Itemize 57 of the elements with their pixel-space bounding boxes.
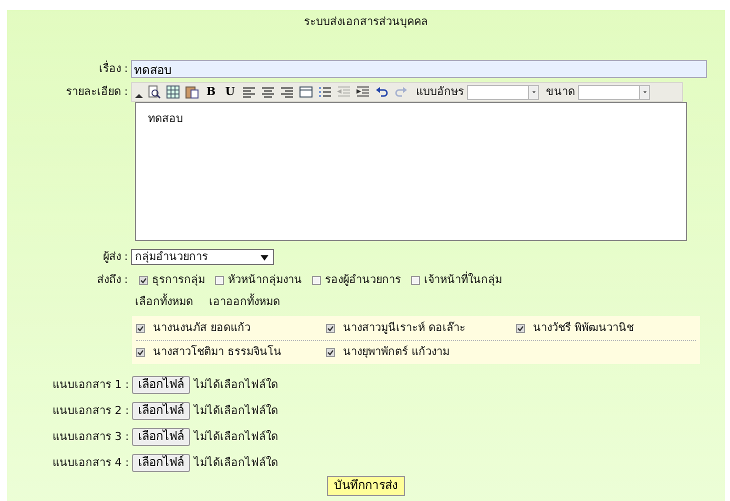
deselect-all-link[interactable]: เอาออกทั้งหมด bbox=[209, 296, 280, 308]
checkbox[interactable] bbox=[215, 276, 224, 285]
editor-text: ทดสอบ bbox=[148, 113, 184, 126]
undo-icon[interactable] bbox=[375, 85, 389, 99]
field-label: เรื่อง : bbox=[98, 62, 129, 76]
field-label: แนบเอกสาร 3 : bbox=[51, 430, 130, 444]
checkbox[interactable] bbox=[326, 348, 335, 358]
field-label: ผู้ส่ง : bbox=[102, 250, 129, 264]
choose-file-button[interactable]: เลือกไฟล์ bbox=[132, 454, 190, 472]
field-label: รายละเอียด : bbox=[64, 86, 129, 98]
checkbox-label: นางยุพาพักตร์ แก้วงาม bbox=[343, 346, 450, 360]
sender-select[interactable]: กลุ่มอำนวยการ bbox=[131, 249, 274, 265]
table-icon[interactable] bbox=[166, 85, 180, 99]
file-status: ไม่ได้เลือกไฟล์ใด bbox=[194, 456, 278, 470]
checkbox[interactable] bbox=[136, 348, 145, 358]
file-status: ไม่ได้เลือกไฟล์ใด bbox=[194, 404, 278, 418]
checkbox[interactable] bbox=[312, 276, 321, 285]
checkbox[interactable] bbox=[411, 276, 420, 285]
file-status: ไม่ได้เลือกไฟล์ใด bbox=[194, 430, 278, 444]
checkbox-label: นางสาวโชติมา ธรรมจินโน bbox=[153, 346, 282, 360]
checkbox-label: นางนงนภัส ยอดแก้ว bbox=[153, 322, 250, 335]
format-button[interactable]: U bbox=[222, 84, 238, 100]
select-value: กลุ่มอำนวยการ bbox=[135, 250, 208, 264]
align-left-icon[interactable] bbox=[242, 85, 256, 99]
checkbox[interactable] bbox=[326, 324, 335, 333]
checkbox[interactable] bbox=[139, 276, 148, 285]
list-icon[interactable] bbox=[318, 85, 332, 99]
paste-icon[interactable] bbox=[185, 85, 199, 99]
submit-button[interactable]: บันทึกการส่ง bbox=[327, 476, 405, 496]
field-label: ส่งถึง : bbox=[96, 274, 129, 287]
indent-icon[interactable] bbox=[356, 85, 370, 99]
checkbox-label: นางวัชรี พิพัฒนวานิช bbox=[533, 322, 634, 335]
size-label: ขนาด bbox=[546, 86, 575, 98]
align-center-icon[interactable] bbox=[261, 85, 275, 99]
choose-file-button[interactable]: เลือกไฟล์ bbox=[132, 402, 190, 420]
align-right-icon[interactable] bbox=[280, 85, 294, 99]
checkbox-label: นางสาวมูนีเราะห์ ดอเล๊าะ bbox=[343, 322, 466, 335]
checkbox-label: เจ้าหน้าที่ในกลุ่ม bbox=[424, 274, 502, 287]
checkbox[interactable] bbox=[136, 324, 145, 333]
font-label: แบบอักษร bbox=[416, 86, 464, 98]
file-status: ไม่ได้เลือกไฟล์ใด bbox=[194, 378, 278, 392]
select-all-link[interactable]: เลือกทั้งหมด bbox=[135, 296, 193, 308]
subject-field[interactable]: ทดสอบ bbox=[131, 60, 707, 78]
checkbox-label: ธุรการกลุ่ม bbox=[152, 274, 205, 287]
field-label: แนบเอกสาร 4 : bbox=[51, 456, 130, 470]
choose-file-button[interactable]: เลือกไฟล์ bbox=[132, 428, 190, 446]
checkbox[interactable] bbox=[516, 324, 525, 333]
field-label: แนบเอกสาร 1 : bbox=[51, 378, 130, 392]
choose-file-button[interactable]: เลือกไฟล์ bbox=[132, 376, 190, 394]
checkbox-label: หัวหน้ากลุ่มงาน bbox=[228, 274, 302, 287]
format-button[interactable]: B bbox=[203, 84, 219, 100]
field-label: แนบเอกสาร 2 : bbox=[51, 404, 130, 418]
page-title: ระบบส่งเอกสารส่วนบุคคล bbox=[303, 14, 429, 30]
preview-icon[interactable] bbox=[147, 85, 161, 99]
editor-area[interactable]: ทดสอบ bbox=[135, 102, 687, 241]
checkbox-label: รองผู้อำนวยการ bbox=[325, 274, 401, 287]
collapse-icon bbox=[135, 94, 143, 98]
